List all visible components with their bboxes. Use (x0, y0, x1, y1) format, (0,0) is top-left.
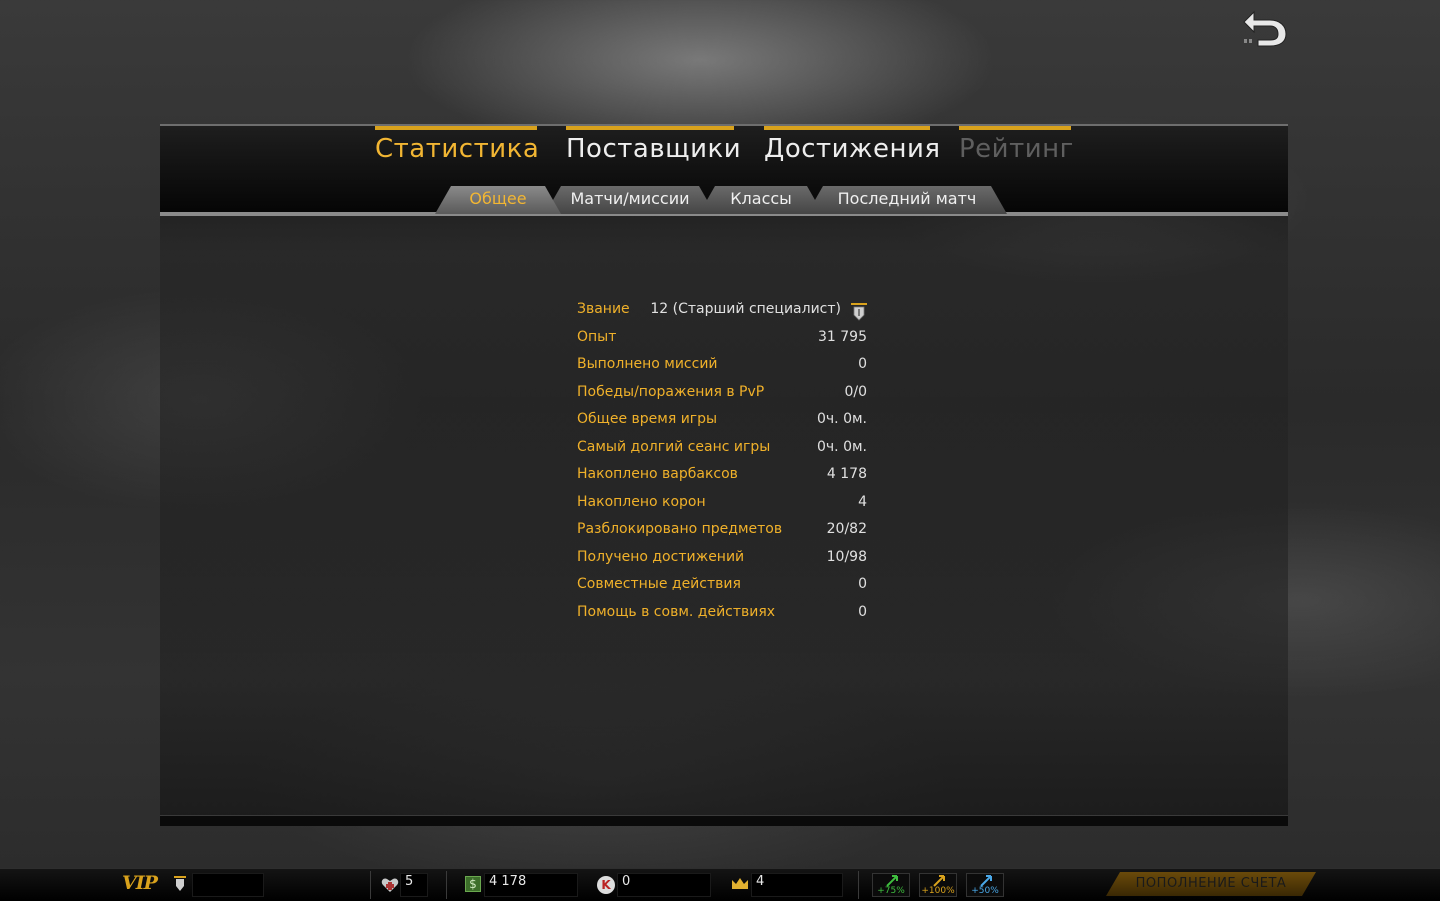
stat-value: 4 (858, 493, 867, 510)
subtab-last-match[interactable]: Последний матч (807, 186, 1007, 214)
stats-table: Звание 12 (Старший специалист) Опыт 31 79… (577, 298, 867, 628)
stat-label: Накоплено варбаксов (577, 466, 738, 482)
stat-row: Победы/поражения в PvP 0/0 (577, 381, 867, 409)
stat-label: Общее время игры (577, 411, 718, 427)
stat-row: Выполнено миссий 0 (577, 353, 867, 381)
rank-badge-icon (851, 303, 867, 321)
stat-row-rank: Звание 12 (Старший специалист) (577, 298, 867, 326)
tab-achievements[interactable]: Достижения (764, 126, 940, 170)
stat-row: Накоплено корон 4 (577, 491, 867, 519)
stat-label: Опыт (577, 328, 617, 345)
boost-label: +75% (877, 886, 905, 896)
boost-label: +50% (971, 886, 999, 896)
health-count: 5 (405, 874, 414, 889)
stat-value: 12 (Старший специалист) (650, 301, 841, 317)
stat-label: Совместные действия (577, 576, 741, 592)
tab-rating[interactable]: Рейтинг (959, 126, 1073, 170)
crowns-amount: 4 (756, 874, 765, 889)
panel-bottom-edge (160, 815, 1288, 826)
stat-row: Общее время игры 0ч. 0м. (577, 408, 867, 436)
boost-label: +100% (921, 886, 955, 896)
top-up-button[interactable]: ПОПОЛНЕНИЕ СЧЕТА (1106, 872, 1316, 896)
stat-row: Помощь в совм. действиях 0 (577, 601, 867, 629)
back-button[interactable] (1240, 6, 1290, 48)
tab-statistics[interactable]: Статистика (375, 126, 539, 170)
back-arrow-icon (1243, 10, 1287, 47)
stat-row: Опыт 31 795 (577, 326, 867, 354)
top-up-label: ПОПОЛНЕНИЕ СЧЕТА (1135, 876, 1287, 891)
stat-label: Звание (577, 301, 630, 317)
stat-row: Разблокировано предметов 20/82 (577, 518, 867, 546)
player-name-slot (192, 873, 264, 897)
stat-value: 20/82 (826, 521, 867, 537)
stat-row: Получено достижений 10/98 (577, 546, 867, 574)
stat-label: Помощь в совм. действиях (577, 603, 776, 620)
stat-value: 0/0 (844, 383, 867, 400)
subtab-classes[interactable]: Классы (699, 186, 823, 214)
stat-value: 0 (858, 356, 867, 372)
stat-label: Разблокировано предметов (577, 521, 783, 537)
crown-icon (732, 878, 748, 889)
stat-row: Совместные действия 0 (577, 573, 867, 601)
separator (446, 871, 447, 899)
warbucks-icon: $ (465, 876, 481, 892)
boost-warbucks[interactable]: +100% (919, 873, 957, 897)
separator (370, 871, 371, 899)
rank-icon (174, 876, 186, 891)
boost-xp[interactable]: +75% (872, 873, 910, 897)
subtab-general[interactable]: Общее (435, 186, 561, 214)
bottom-bar: VIP 5 $ 4 178 K 0 4 +75% +100% +50% ПОПО… (0, 868, 1440, 901)
kredits-icon: K (597, 876, 615, 894)
stat-row: Самый долгий сеанс игры 0ч. 0м. (577, 436, 867, 464)
stat-value: 0 (858, 603, 867, 620)
stats-panel: Статистика Поставщики Достижения Рейтинг… (160, 124, 1288, 826)
stat-label: Победы/поражения в PvP (577, 383, 765, 400)
stat-row: Накоплено варбаксов 4 178 (577, 463, 867, 491)
boost-vendor[interactable]: +50% (966, 873, 1004, 897)
stat-value: 31 795 (818, 328, 867, 345)
tab-suppliers[interactable]: Поставщики (566, 126, 741, 170)
warbucks-amount: 4 178 (489, 874, 527, 889)
separator (858, 871, 859, 899)
crowns-slot (751, 873, 843, 897)
stat-label: Получено достижений (577, 548, 745, 565)
stat-label: Выполнено миссий (577, 356, 718, 372)
stat-value: 10/98 (826, 548, 867, 565)
kredits-amount: 0 (622, 874, 631, 889)
kredits-slot (617, 873, 711, 897)
stat-label: Накоплено корон (577, 493, 706, 510)
stat-value: 4 178 (826, 466, 867, 482)
stat-value: 0 (858, 576, 867, 592)
vip-badge[interactable]: VIP (122, 872, 158, 894)
stat-value: 0ч. 0м. (817, 438, 867, 455)
health-kit-icon (381, 878, 399, 892)
stat-value: 0ч. 0м. (817, 411, 867, 427)
stat-label: Самый долгий сеанс игры (577, 438, 771, 455)
subtab-matches-missions[interactable]: Матчи/миссии (545, 186, 715, 214)
